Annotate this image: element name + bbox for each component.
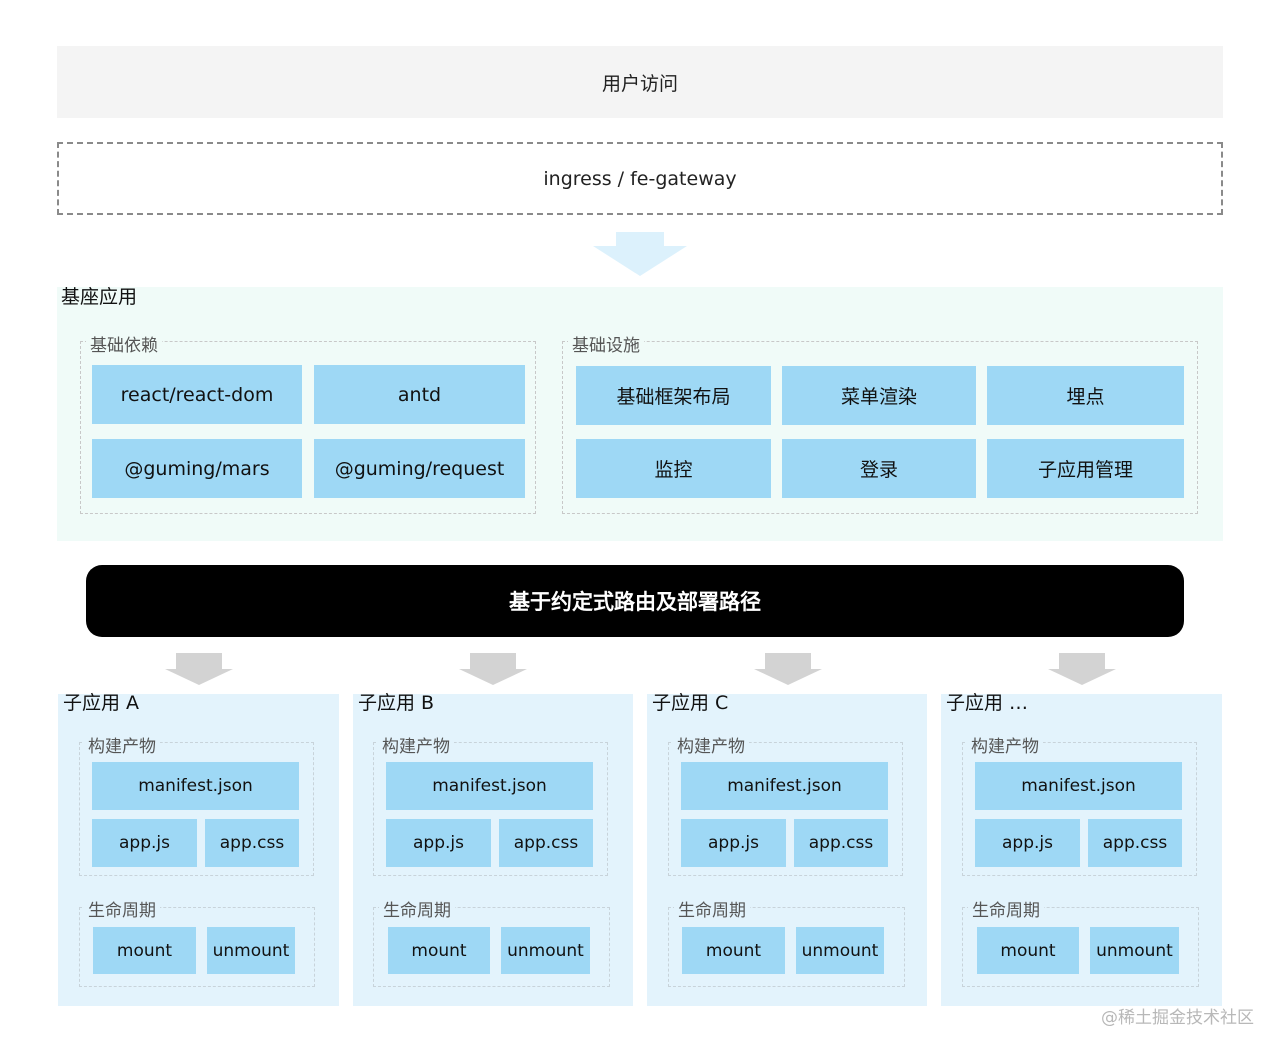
app-js-box: app.js	[681, 819, 786, 867]
mount-box: mount	[682, 927, 785, 974]
base-infra-label: 基础设施	[568, 331, 644, 356]
sub-app-title: 子应用 C	[652, 692, 729, 714]
dep-item: antd	[314, 365, 525, 424]
manifest-box: manifest.json	[681, 762, 888, 810]
lifecycle-label: 生命周期	[674, 896, 750, 921]
build-output-label: 构建产物	[967, 732, 1043, 757]
sub-app-title: 子应用 …	[946, 692, 1029, 714]
down-arrow-icon	[593, 232, 687, 276]
mount-box: mount	[977, 927, 1079, 974]
mount-box: mount	[93, 927, 196, 974]
build-output-label: 构建产物	[84, 732, 160, 757]
lifecycle-label: 生命周期	[968, 896, 1044, 921]
route-bar-label: 基于约定式路由及部署路径	[509, 590, 761, 614]
app-css-box: app.css	[499, 819, 593, 867]
lifecycle-label: 生命周期	[379, 896, 455, 921]
build-output-label: 构建产物	[673, 732, 749, 757]
infra-item: 子应用管理	[987, 439, 1184, 498]
watermark: @稀土掘金技术社区	[1101, 1008, 1254, 1028]
manifest-box: manifest.json	[386, 762, 593, 810]
down-arrow-icon	[754, 653, 822, 685]
infra-item: 埋点	[987, 366, 1184, 425]
sub-app-title: 子应用 A	[63, 692, 140, 714]
gateway-box: ingress / fe-gateway	[57, 142, 1223, 215]
down-arrow-icon	[165, 653, 233, 685]
down-arrow-icon	[459, 653, 527, 685]
build-output-label: 构建产物	[378, 732, 454, 757]
lifecycle-label: 生命周期	[84, 896, 160, 921]
mount-box: mount	[388, 927, 490, 974]
base-app-title: 基座应用	[61, 286, 138, 308]
down-arrow-icon	[1048, 653, 1116, 685]
unmount-box: unmount	[207, 927, 295, 974]
sub-app-title: 子应用 B	[358, 692, 435, 714]
dep-item: @guming/request	[314, 439, 525, 498]
app-css-box: app.css	[205, 819, 299, 867]
unmount-box: unmount	[796, 927, 884, 974]
gateway-label: ingress / fe-gateway	[543, 167, 737, 190]
infra-item: 菜单渲染	[782, 366, 976, 425]
app-css-box: app.css	[794, 819, 888, 867]
app-js-box: app.js	[92, 819, 197, 867]
unmount-box: unmount	[1090, 927, 1179, 974]
manifest-box: manifest.json	[92, 762, 299, 810]
dep-item: @guming/mars	[92, 439, 302, 498]
infra-item: 基础框架布局	[576, 366, 771, 425]
user-access-label: 用户访问	[601, 72, 678, 95]
app-css-box: app.css	[1088, 819, 1182, 867]
manifest-box: manifest.json	[975, 762, 1182, 810]
dep-item: react/react-dom	[92, 365, 302, 424]
user-access-box: 用户访问	[57, 46, 1223, 118]
app-js-box: app.js	[975, 819, 1080, 867]
infra-item: 监控	[576, 439, 771, 498]
app-js-box: app.js	[386, 819, 491, 867]
base-deps-label: 基础依赖	[86, 331, 162, 356]
infra-item: 登录	[782, 439, 976, 498]
unmount-box: unmount	[501, 927, 590, 974]
route-bar: 基于约定式路由及部署路径	[86, 565, 1184, 637]
